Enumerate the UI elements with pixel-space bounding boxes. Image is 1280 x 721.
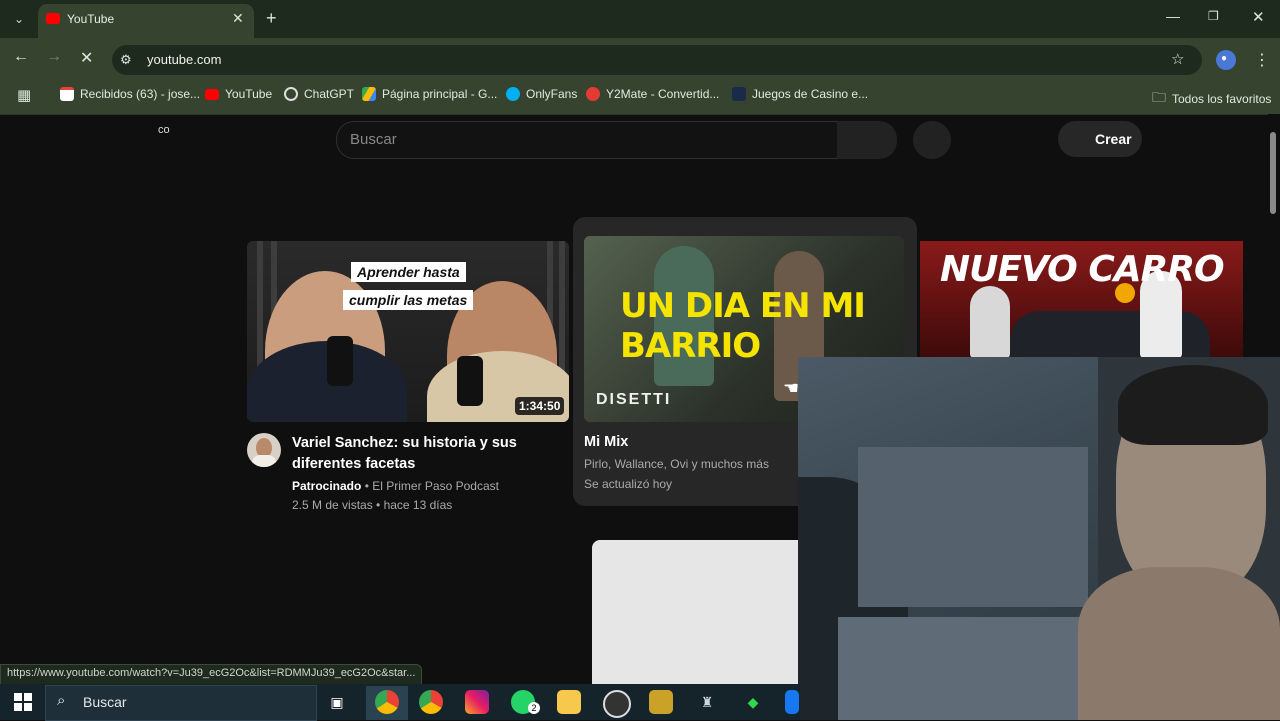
tab-title: YouTube: [67, 12, 115, 26]
chrome-icon[interactable]: [375, 690, 399, 714]
bookmark-onlyfans[interactable]: OnlyFans: [506, 87, 577, 101]
tab-close-icon[interactable]: ✕: [232, 10, 244, 27]
header-corner-text: co: [158, 124, 170, 136]
new-tab-icon[interactable]: +: [266, 8, 277, 29]
search-icon: ⌕: [57, 692, 66, 709]
thumbnail-brand: DISETTI: [596, 391, 672, 408]
apps-grid-icon[interactable]: ▦: [17, 86, 31, 104]
y2mate-icon: [586, 87, 600, 101]
restore-icon[interactable]: ❐: [1208, 9, 1219, 23]
minimize-icon[interactable]: —: [1166, 8, 1180, 24]
onlyfans-icon: [506, 87, 520, 101]
window-close-icon[interactable]: ✕: [1252, 8, 1265, 26]
profile-icon: ●: [1221, 53, 1228, 64]
address-bar[interactable]: [112, 45, 1202, 75]
whatsapp-badge: 2: [528, 702, 540, 714]
folder-icon: 🗀: [1152, 89, 1166, 105]
search-button[interactable]: [837, 121, 897, 159]
bookmark-gmail[interactable]: Recibidos (63) - jose...: [60, 87, 200, 101]
sponsored-label: Patrocinado: [292, 479, 362, 493]
bookmark-casino[interactable]: Juegos de Casino e...: [732, 87, 868, 101]
back-arrow-icon[interactable]: ←: [13, 48, 29, 66]
windows-start-icon[interactable]: [14, 693, 32, 711]
webcam-overlay: [798, 357, 1280, 720]
youtube-favicon-icon: [46, 13, 60, 24]
forward-arrow-icon[interactable]: →: [46, 48, 62, 66]
create-label: Crear: [1095, 131, 1132, 147]
mouse-pointer-icon: ☚: [783, 378, 800, 398]
duration-badge: 1:34:50: [515, 397, 565, 415]
chatgpt-icon: [284, 87, 298, 101]
stop-loading-icon[interactable]: ✕: [80, 48, 93, 68]
thumbnail-title: UN DIA EN MI BARRIO: [620, 286, 866, 366]
bookmark-label: Recibidos (63) - jose...: [80, 87, 201, 101]
mix-artists: Pirlo, Wallance, Ovi y muchos más: [584, 457, 769, 471]
url-text[interactable]: youtube.com: [147, 52, 221, 67]
bookmark-star-icon[interactable]: ☆: [1171, 50, 1184, 68]
facebook-icon[interactable]: [785, 690, 799, 714]
video-channel-line: Patrocinado • El Primer Paso Podcast: [292, 479, 499, 493]
chrome-icon[interactable]: [419, 690, 443, 714]
app-icon[interactable]: ◆: [741, 690, 765, 714]
youtube-icon: [205, 88, 219, 100]
more-menu-icon[interactable]: ⋮: [1254, 50, 1270, 70]
search-input[interactable]: Buscar: [350, 131, 397, 148]
bookmark-label: Juegos de Casino e...: [752, 87, 869, 101]
scrollbar-thumb[interactable]: [1270, 132, 1276, 214]
voice-search-button[interactable]: [913, 121, 951, 159]
taskbar-search-input[interactable]: Buscar: [83, 694, 127, 710]
thumbnail-caption: Aprender hasta: [351, 262, 466, 282]
tab-search-chevron-icon[interactable]: ⌄: [8, 8, 30, 30]
bookmark-drive[interactable]: Página principal - G...: [362, 87, 497, 101]
all-bookmarks-label: Todos los favoritos: [1172, 92, 1272, 106]
channel-name[interactable]: El Primer Paso Podcast: [372, 479, 499, 493]
casino-icon: [732, 87, 746, 101]
game-app-icon[interactable]: [649, 690, 673, 714]
video-thumbnail[interactable]: NUEVO CARRO: [920, 241, 1243, 358]
instagram-icon[interactable]: [465, 690, 489, 714]
video-stats: 2.5 M de vistas • hace 13 días: [292, 498, 453, 512]
clock-app-icon[interactable]: [603, 690, 631, 718]
thumbnail-caption: cumplir las metas: [343, 290, 474, 310]
bookmark-chatgpt[interactable]: ChatGPT: [284, 87, 354, 101]
task-view-icon[interactable]: ▣: [325, 690, 349, 714]
bookmark-label: Página principal - G...: [382, 87, 498, 101]
app-icon[interactable]: ♜: [695, 690, 719, 714]
video-thumbnail[interactable]: Aprender hasta cumplir las metas: [247, 241, 569, 422]
gmail-icon: [60, 87, 74, 101]
bookmark-youtube[interactable]: YouTube: [205, 87, 272, 101]
mix-title[interactable]: Mi Mix: [584, 434, 628, 450]
bookmark-label: ChatGPT: [304, 87, 355, 101]
drive-icon: [362, 87, 376, 101]
video-thumbnail-placeholder[interactable]: [592, 540, 798, 685]
channel-avatar[interactable]: [247, 433, 281, 467]
file-explorer-icon[interactable]: [557, 690, 581, 714]
bookmark-label: YouTube: [225, 87, 273, 101]
mix-updated: Se actualizó hoy: [584, 477, 673, 491]
bookmark-label: OnlyFans: [526, 87, 578, 101]
video-title[interactable]: Variel Sanchez: su historia y sus difere…: [292, 433, 562, 475]
site-info-icon[interactable]: ⚙: [120, 52, 132, 68]
thumbnail-title: NUEVO CARRO: [940, 249, 1225, 290]
bookmark-y2mate[interactable]: Y2Mate - Convertid...: [586, 87, 719, 101]
bookmark-label: Y2Mate - Convertid...: [606, 87, 720, 101]
all-bookmarks[interactable]: 🗀 Todos los favoritos: [1152, 87, 1271, 111]
search-box[interactable]: [336, 121, 837, 159]
